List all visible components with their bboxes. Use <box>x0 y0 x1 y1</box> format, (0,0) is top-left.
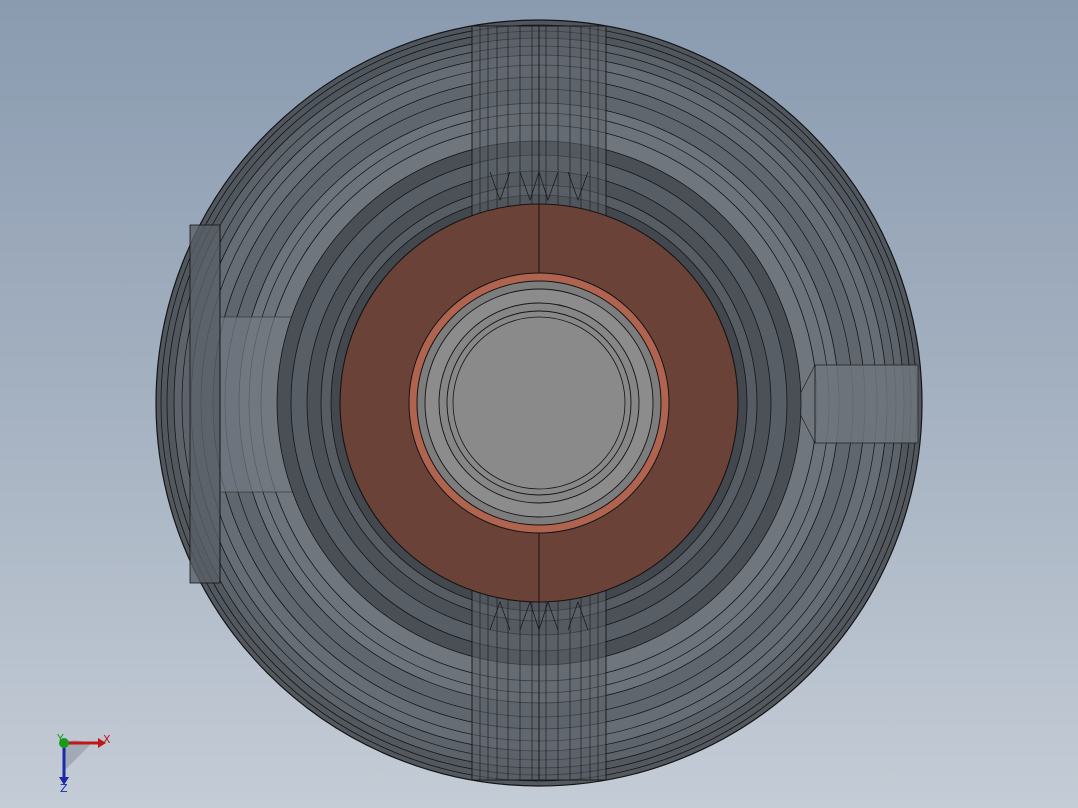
part-model-view[interactable] <box>0 0 1078 808</box>
orientation-triad[interactable]: X Y Z <box>40 725 130 795</box>
triad-graphic: X Y Z <box>56 732 111 795</box>
y-axis-label: Y <box>56 732 64 745</box>
graphics-viewport[interactable]: X Y Z <box>0 0 1078 808</box>
shaft <box>424 288 654 518</box>
top-pin-bundle <box>471 25 607 217</box>
x-axis-label: X <box>103 733 111 746</box>
bottom-pin-bundle <box>471 589 607 781</box>
z-axis-label: Z <box>60 782 68 795</box>
right-side-pad <box>794 364 919 444</box>
